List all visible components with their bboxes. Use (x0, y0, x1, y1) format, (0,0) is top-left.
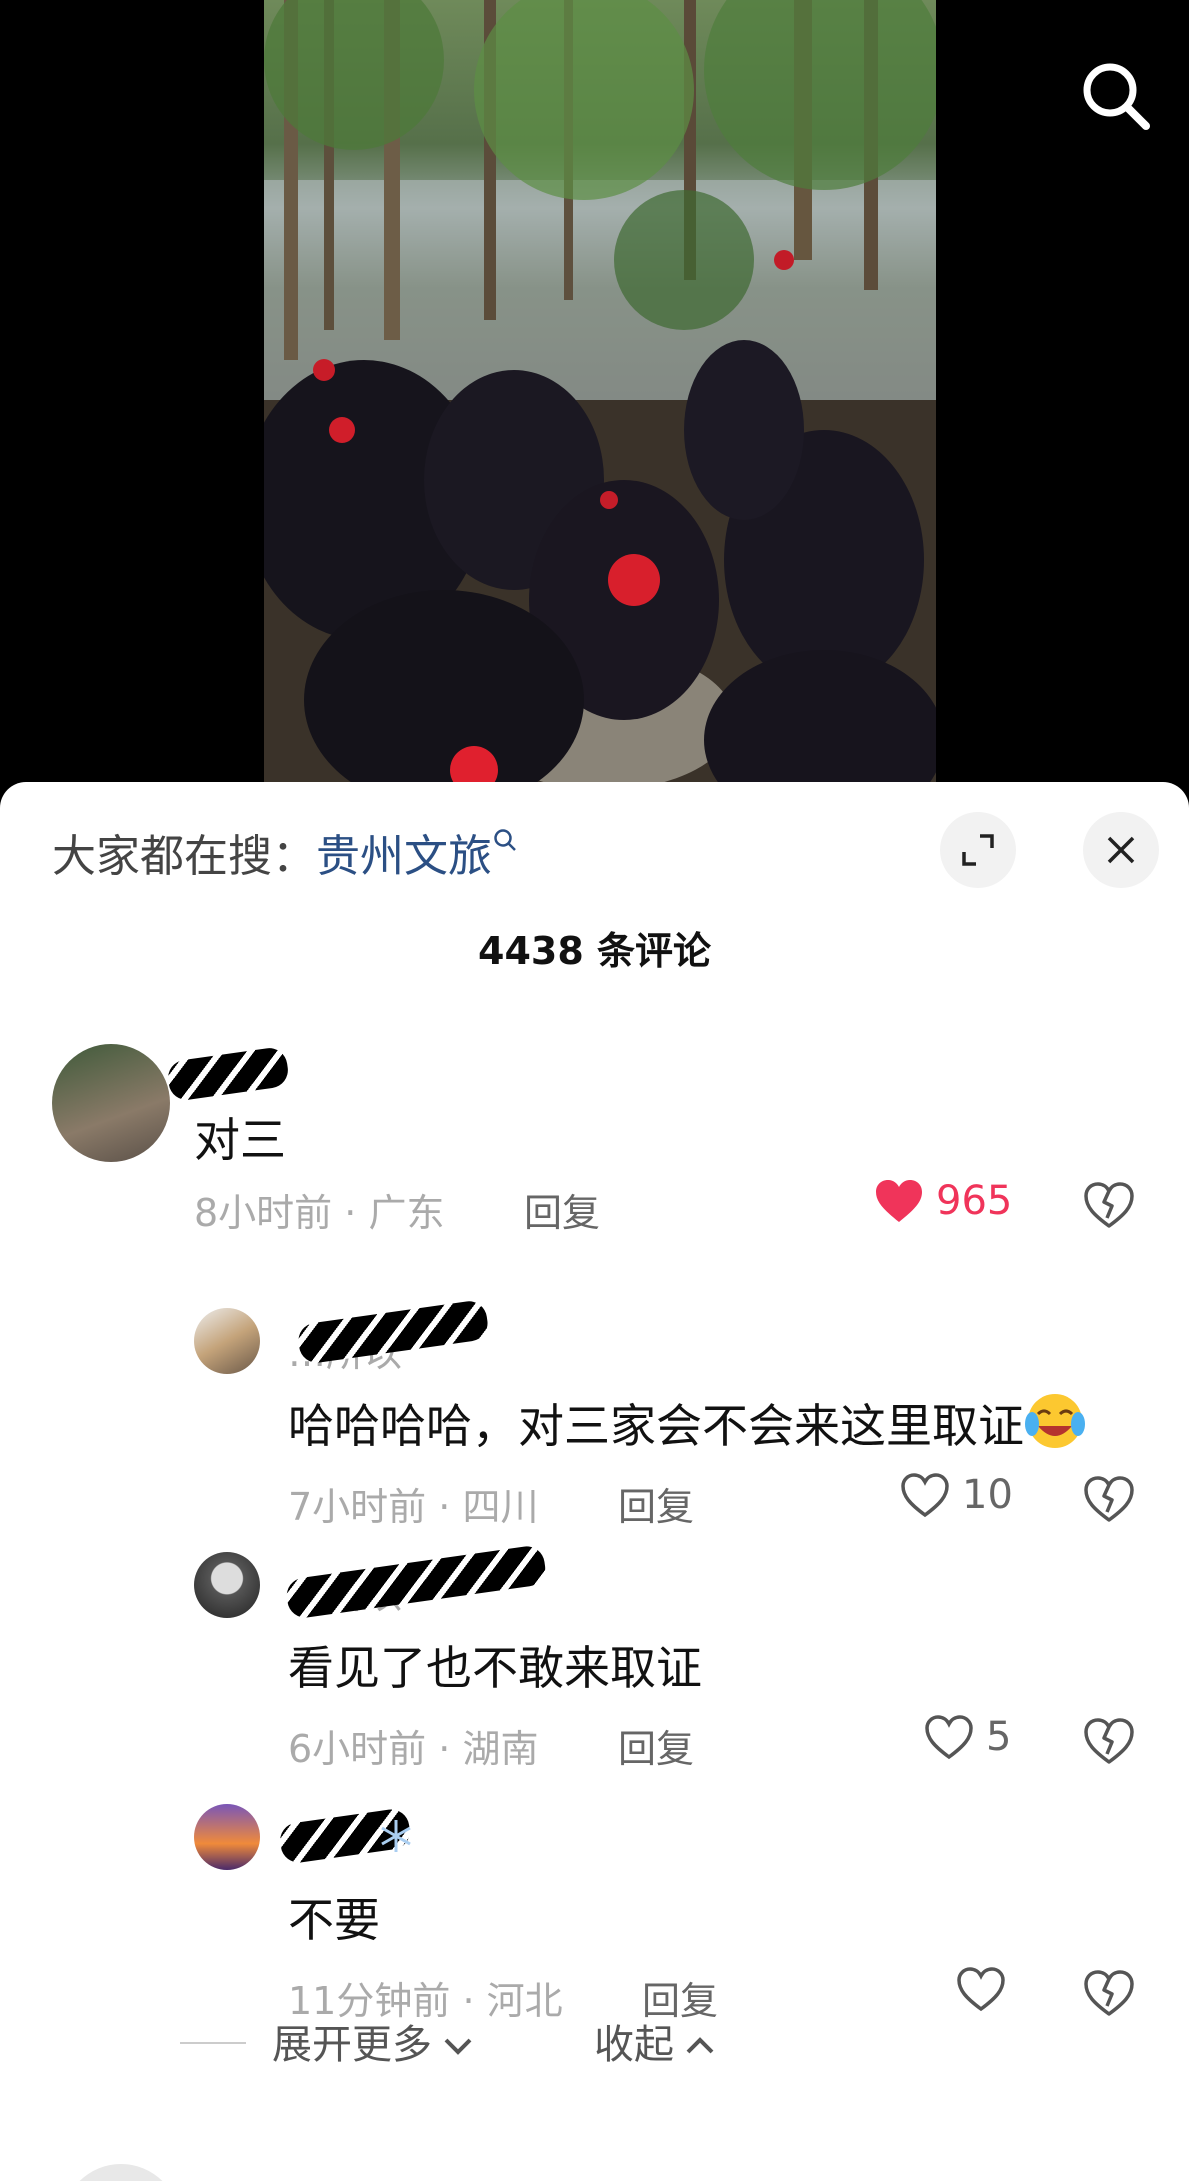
expand-more-button[interactable]: 展开更多 (272, 2012, 476, 2070)
comment-time: 8小时前 (194, 1191, 333, 1235)
like-button[interactable]: 10 (900, 1472, 1013, 1518)
video-frame[interactable] (264, 0, 936, 800)
avatar[interactable] (194, 1308, 260, 1374)
like-button[interactable] (956, 1966, 1006, 2012)
search-suggestion: 大家都在搜：贵州文旅 (52, 820, 518, 884)
like-count: 965 (936, 1178, 1013, 1224)
comment-time: 6小时前 (288, 1727, 427, 1771)
comments-panel: 大家都在搜：贵州文旅 4438 条评论 对三 8小时前 · 广东 回复 965 … (0, 782, 1189, 2181)
small-search-icon (494, 829, 516, 851)
broken-heart-icon[interactable] (1082, 1472, 1136, 1526)
comment-text: 看见了也不敢来取证 (288, 1641, 702, 1695)
reply-item: …所以 哈哈哈哈，对三家会不会来这里取证 7小时前 · 四川 回复 10 (0, 1294, 1189, 1529)
collapse-button[interactable]: 收起 (594, 2012, 718, 2070)
avatar[interactable] (194, 1552, 260, 1618)
heart-icon (925, 1715, 973, 1760)
comment-text: 不要 (288, 1893, 380, 1947)
comment-meta: 6小时前 · 湖南 (288, 1718, 538, 1773)
comment-meta: 7小时前 · 四川 (288, 1476, 538, 1531)
laughing-crying-emoji-icon (1025, 1394, 1085, 1448)
reply-button[interactable]: 回复 (524, 1182, 600, 1237)
comment-location: 广东 (368, 1191, 445, 1235)
expand-collapse-row: 展开更多 收起 (0, 2012, 1189, 2072)
broken-heart-icon[interactable] (1082, 1178, 1136, 1232)
expand-more-label: 展开更多 (272, 2022, 432, 2068)
divider-line (180, 2042, 246, 2044)
snowflake-icon (381, 1820, 411, 1852)
comment-text: 对三 (194, 1113, 286, 1167)
reply-button[interactable]: 回复 (618, 1718, 694, 1773)
chevron-up-icon (686, 2037, 714, 2054)
avatar[interactable] (62, 2164, 180, 2181)
like-button[interactable]: 5 (924, 1714, 1011, 1760)
like-count: 5 (986, 1714, 1012, 1760)
search-suggestion-prefix: 大家都在搜： (52, 831, 316, 882)
close-icon (1107, 836, 1135, 864)
like-count: 10 (962, 1472, 1013, 1518)
meta-separator: · (426, 1485, 463, 1529)
avatar[interactable] (194, 1804, 260, 1870)
reply-button[interactable]: 回复 (618, 1476, 694, 1531)
search-icon (1083, 63, 1150, 130)
comment-text-content: 哈哈哈哈，对三家会不会来这里取证 (288, 1399, 1024, 1453)
broken-heart-icon[interactable] (1082, 1714, 1136, 1768)
comment-item: 对三 8小时前 · 广东 回复 965 (0, 1044, 1189, 1235)
comment-count: 4438 条评论 (478, 929, 711, 973)
close-button[interactable] (1083, 812, 1159, 888)
avatar[interactable] (52, 1044, 170, 1162)
reply-item: 不要 11分钟前 · 河北 回复 (0, 1804, 1189, 2023)
comment-text: 哈哈哈哈，对三家会不会来这里取证 (288, 1390, 1086, 1456)
reply-item: …所以 看见了也不敢来取证 6小时前 · 湖南 回复 5 (0, 1544, 1189, 1771)
meta-separator: · (332, 1191, 369, 1235)
collapse-label: 收起 (594, 2022, 674, 2068)
expand-button[interactable] (940, 812, 1016, 888)
chickens-scene-image (264, 0, 936, 800)
search-suggestion-term[interactable]: 贵州文旅 (316, 831, 492, 882)
search-button[interactable] (1076, 56, 1156, 136)
heart-icon (957, 1967, 1005, 2012)
comment-location: 湖南 (462, 1727, 539, 1771)
like-button[interactable]: 965 (874, 1178, 1012, 1224)
comment-location: 四川 (462, 1485, 539, 1529)
meta-separator: · (426, 1727, 463, 1771)
redacted-username (165, 1045, 291, 1103)
comment-meta: 8小时前 · 广东 (194, 1182, 444, 1237)
heart-icon (901, 1473, 949, 1518)
heart-icon (876, 1180, 922, 1222)
redacted-username (284, 1544, 548, 1620)
comment-time: 7小时前 (288, 1485, 427, 1529)
expand-icon (962, 834, 994, 866)
chevron-down-icon (444, 2038, 472, 2055)
video-player[interactable] (0, 0, 1189, 800)
